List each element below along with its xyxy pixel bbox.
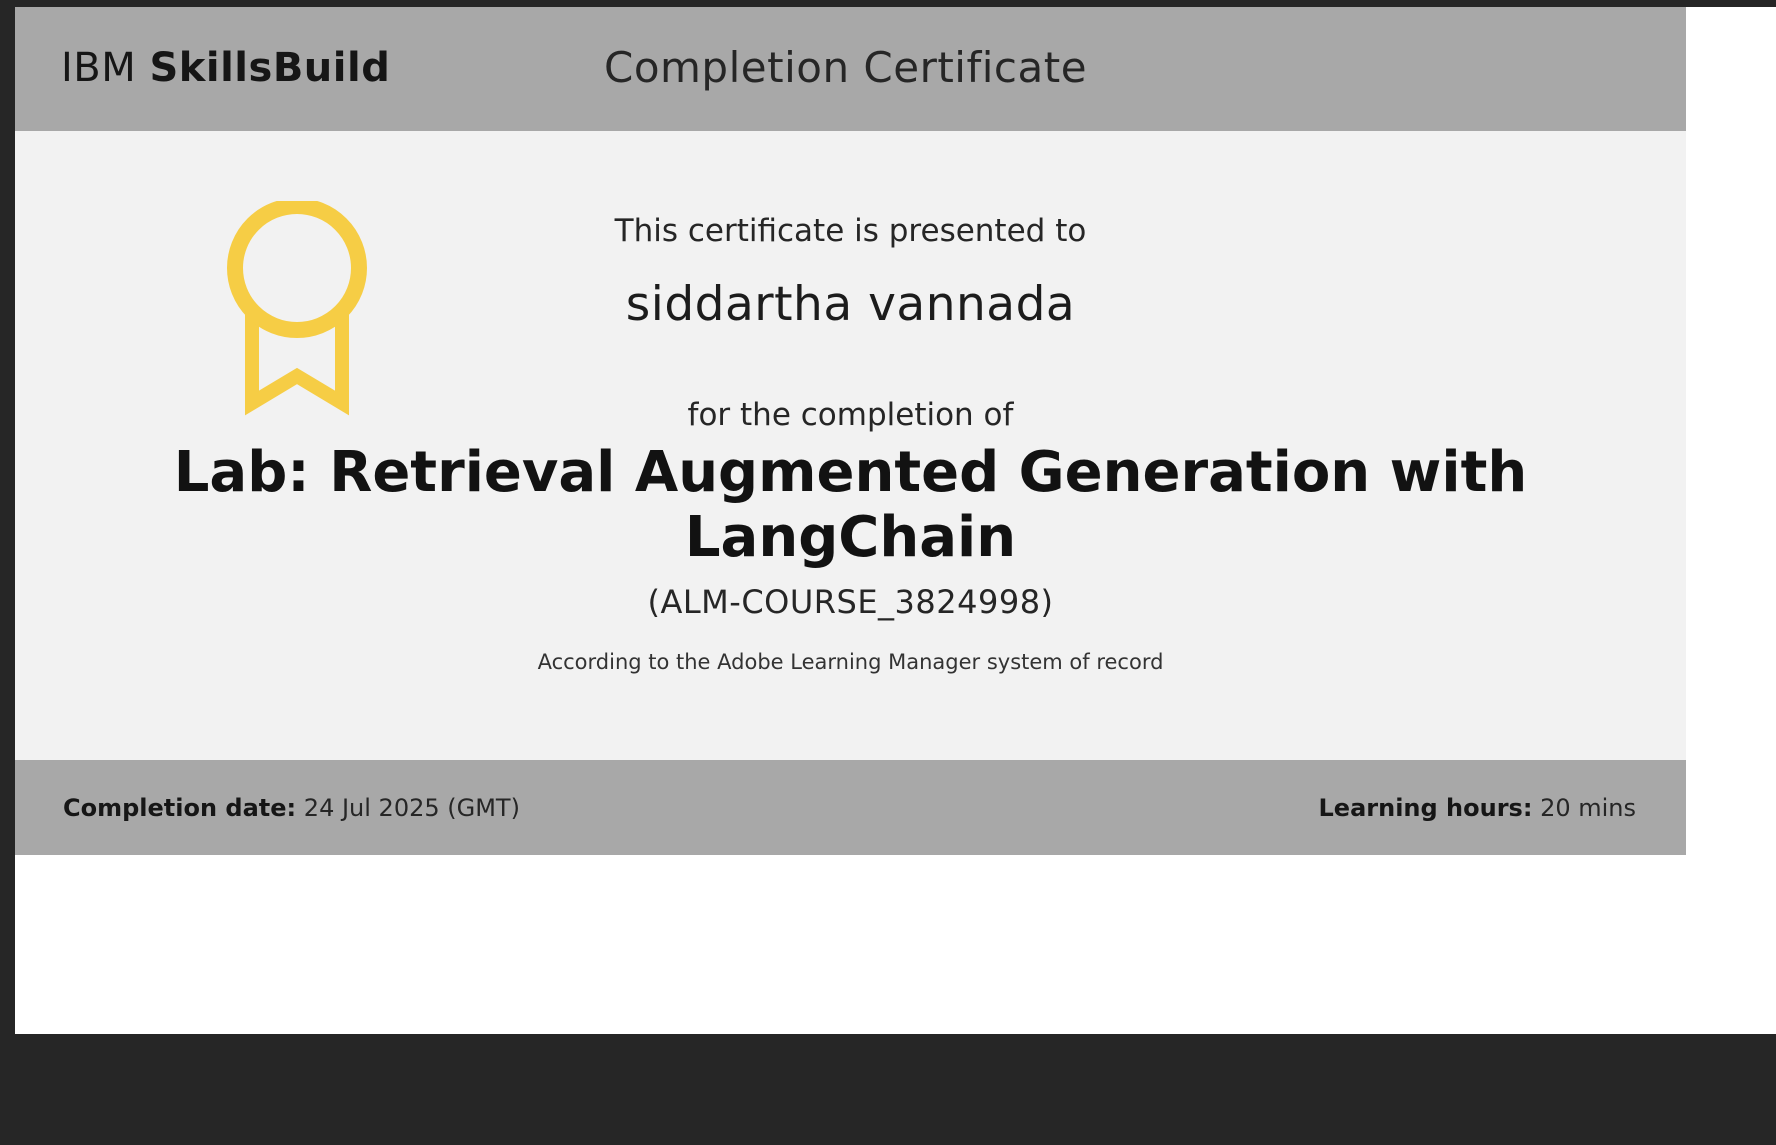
certificate: IBM SkillsBuild Completion Certificate T… [15,7,1686,855]
course-title: Lab: Retrieval Augmented Generation with… [15,440,1686,570]
window-frame-bottom [0,1034,1776,1145]
course-title-line-2: LangChain [684,505,1017,570]
learning-hours: Learning hours: 20 mins [1319,794,1637,822]
window-frame-left [0,0,15,1145]
completion-date-label: Completion date: [63,794,297,822]
brand-prefix: IBM [61,45,137,91]
course-title-line-1: Lab: Retrieval Augmented Generation with [173,440,1528,505]
record-note: According to the Adobe Learning Manager … [537,650,1164,674]
course-code: (ALM-COURSE_3824998) [647,583,1054,621]
brand-name: SkillsBuild [149,45,391,91]
certificate-header: IBM SkillsBuild Completion Certificate [15,7,1686,131]
learning-hours-label: Learning hours: [1318,794,1533,822]
completion-date-value: 24 Jul 2025 (GMT) [303,794,520,822]
window-frame-top [0,0,1776,7]
presented-text: This certificate is presented to [614,213,1087,249]
recipient-name: siddartha vannada [625,277,1076,332]
brand-logo: IBM SkillsBuild [61,45,390,91]
learning-hours-value: 20 mins [1540,794,1636,822]
completion-date: Completion date: 24 Jul 2025 (GMT) [63,794,520,822]
page-title: Completion Certificate [604,43,1088,92]
certificate-footer: Completion date: 24 Jul 2025 (GMT) Learn… [15,760,1686,855]
completion-text: for the completion of [687,397,1014,433]
